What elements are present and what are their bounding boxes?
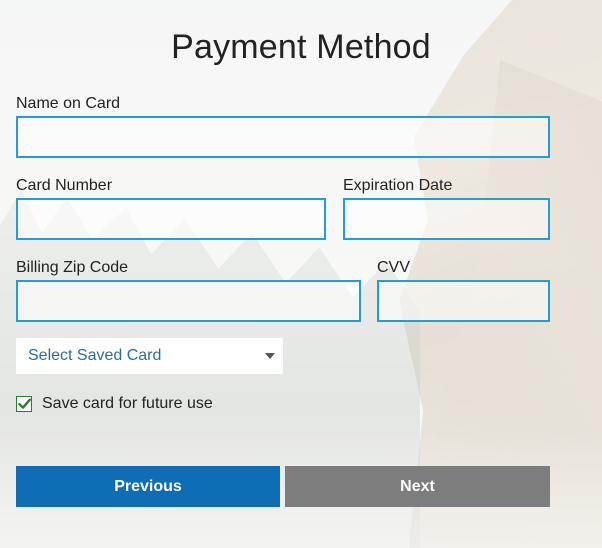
billing-zip-input[interactable] [16, 280, 361, 322]
billing-zip-label: Billing Zip Code [16, 259, 129, 276]
checkmark-icon [17, 398, 31, 409]
name-on-card-label: Name on Card [16, 95, 121, 112]
expiration-date-input[interactable] [343, 198, 550, 240]
card-number-label: Card Number [16, 177, 113, 194]
caret-down-icon [265, 353, 275, 359]
expiration-date-label: Expiration Date [343, 177, 453, 194]
save-card-option[interactable]: Save card for future use [16, 395, 213, 413]
name-on-card-input[interactable] [16, 116, 550, 158]
payment-form: Payment Method Name on Card Card Number … [0, 0, 602, 548]
saved-card-select-value: Select Saved Card [28, 347, 162, 364]
next-button[interactable]: Next [285, 466, 550, 507]
saved-card-select[interactable]: Select Saved Card [16, 338, 283, 374]
page-title: Payment Method [171, 28, 431, 66]
previous-button[interactable]: Previous [16, 466, 280, 507]
cvv-label: CVV [377, 259, 410, 276]
save-card-checkbox-label: Save card for future use [42, 395, 213, 412]
card-number-input[interactable] [16, 198, 326, 240]
save-card-checkbox[interactable] [16, 396, 32, 412]
cvv-input[interactable] [377, 280, 550, 322]
